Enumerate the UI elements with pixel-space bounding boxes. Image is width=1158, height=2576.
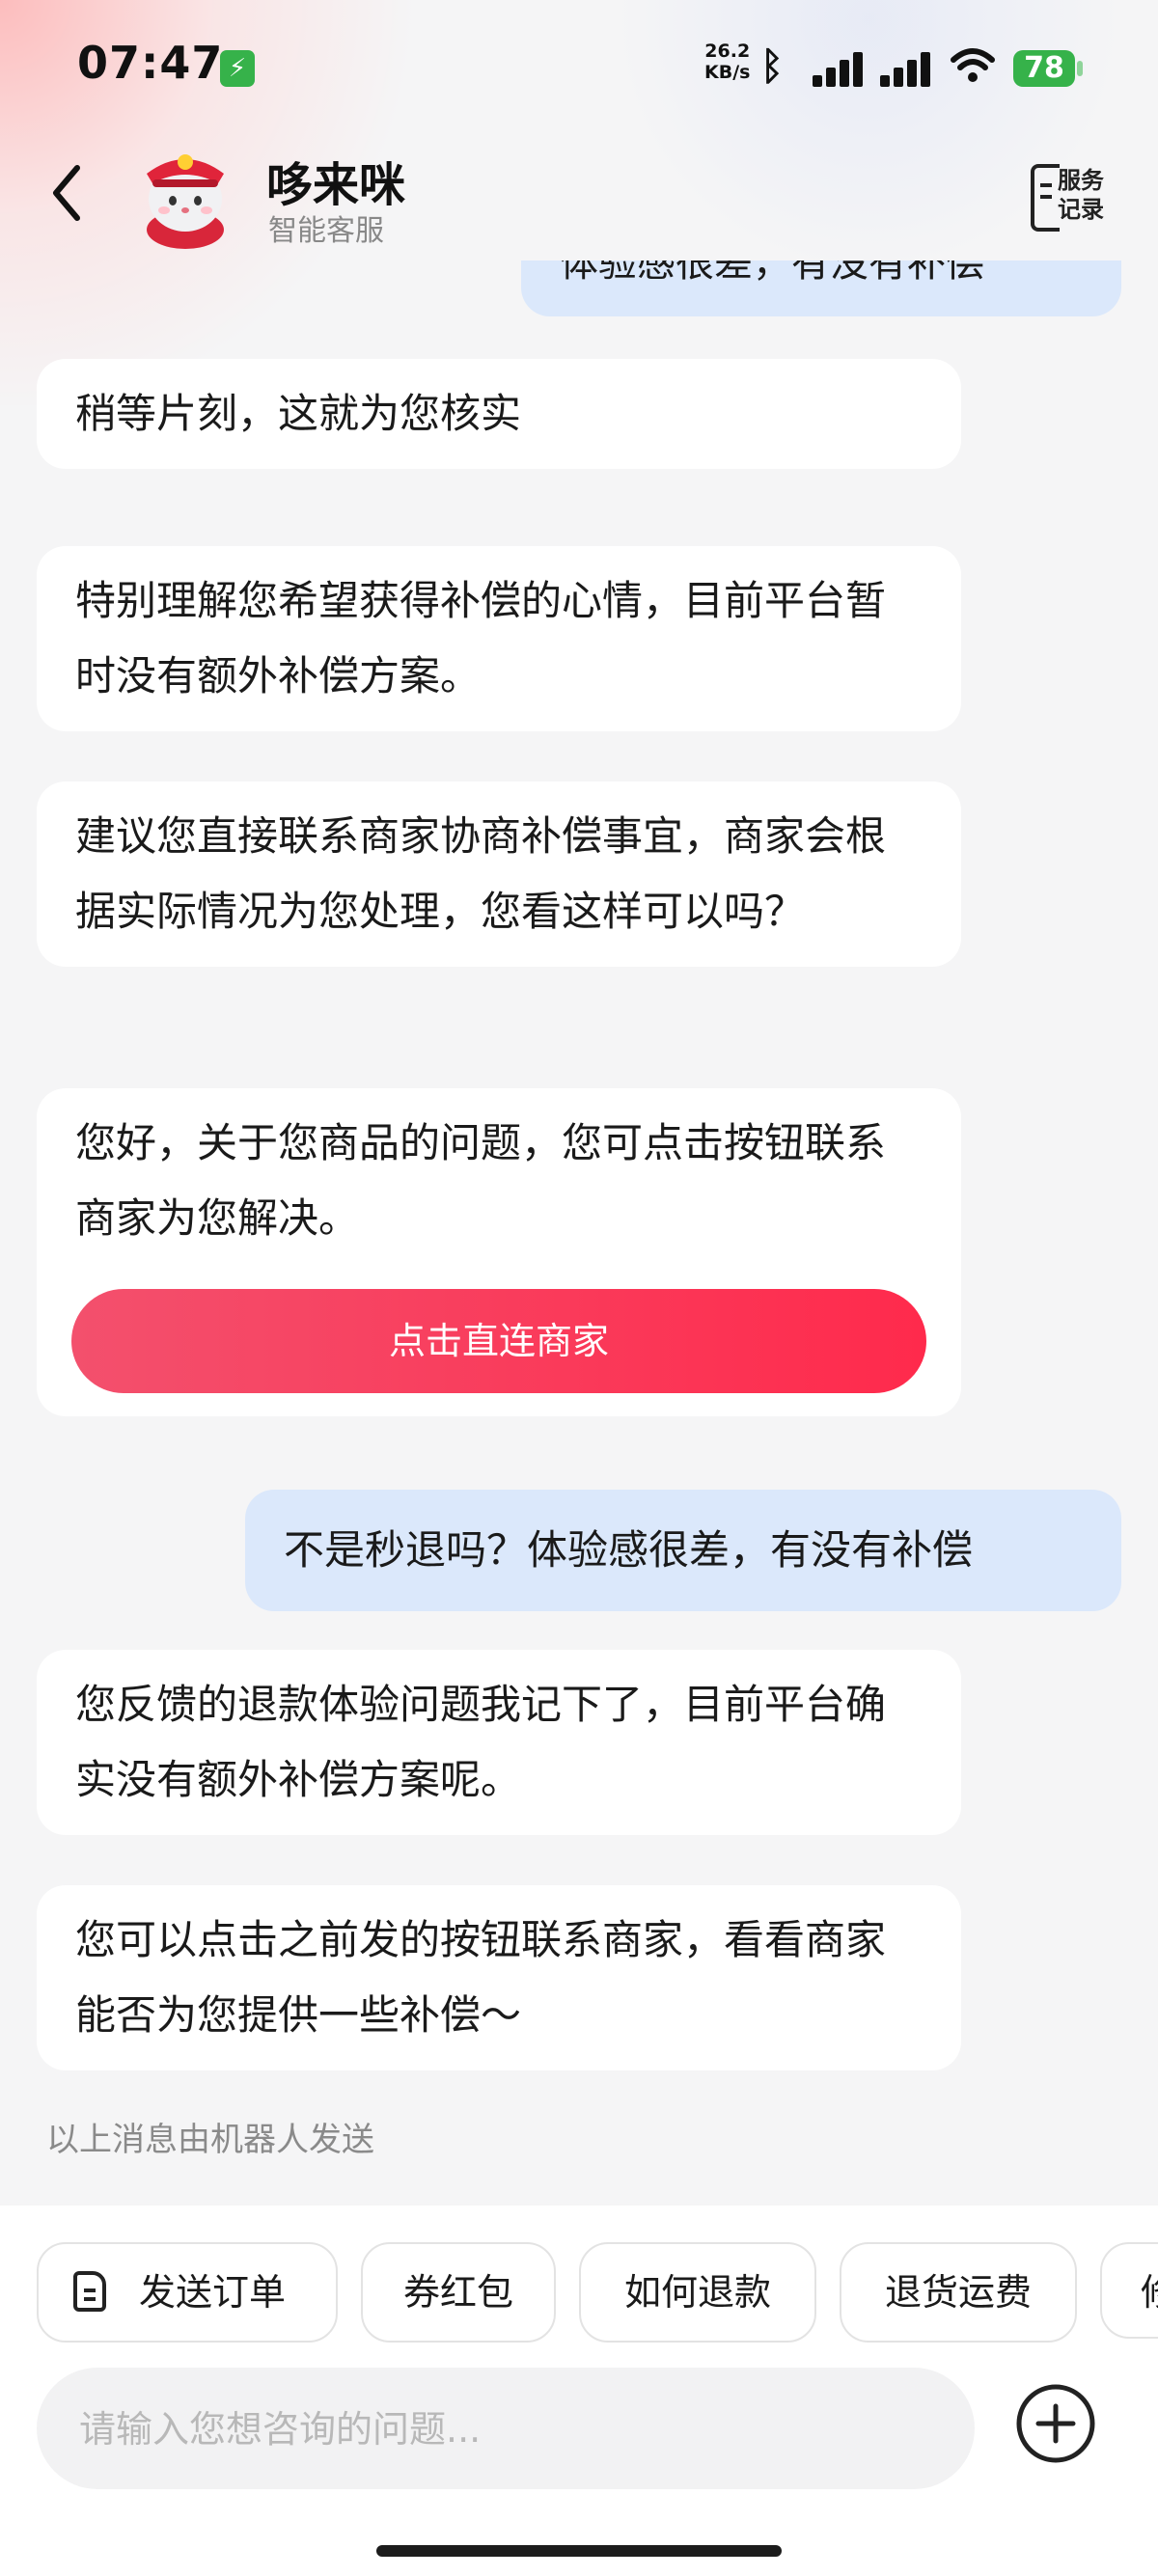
send-order-chip[interactable]: 发送订单 (37, 2242, 338, 2343)
bot-message: 稍等片刻，这就为您核实 (37, 359, 961, 469)
how-to-refund-chip[interactable]: 如何退款 (579, 2242, 816, 2343)
quick-actions: 发送订单 券红包 如何退款 退货运费 修 (37, 2242, 1158, 2343)
bot-message-text: 您好，关于您商品的问题，您可点击按钮联系商家为您解决。 (75, 1119, 887, 1242)
network-speed-unit: KB/s (704, 62, 751, 83)
message-input-container[interactable] (37, 2368, 975, 2491)
network-speed: 26.2 KB/s (704, 41, 750, 83)
records-line1: 服务 (1058, 167, 1104, 194)
records-line2: 记录 (1058, 196, 1104, 223)
charging-icon: ⚡ (220, 50, 255, 87)
signal-icon (813, 50, 872, 87)
bot-message: 建议您直接联系商家协商补偿事宜，商家会根据实际情况为您处理，您看这样可以吗？ (37, 781, 961, 967)
service-records-label: 服务 记录 (1058, 166, 1104, 224)
home-indicator[interactable] (376, 2545, 782, 2557)
wifi-icon (951, 48, 995, 82)
bot-message: 您反馈的退款体验问题我记下了，目前平台确实没有额外补偿方案呢。 (37, 1650, 961, 1835)
network-speed-value: 26.2 (704, 41, 751, 62)
user-message: 体验感很差，有没有补偿 (521, 260, 1121, 316)
status-bar: 07:47 ⚡ 26.2 KB/s ᛒ 78 (0, 0, 1158, 135)
service-records-icon (1031, 164, 1060, 232)
battery-indicator: 78 (1013, 50, 1075, 87)
bottom-panel: 发送订单 券红包 如何退款 退货运费 修 (0, 2206, 1158, 2576)
bot-message: 您可以点击之前发的按钮联系商家，看看商家能否为您提供一些补偿～ (37, 1885, 961, 2070)
agent-name: 哆来咪 (266, 158, 406, 212)
agent-subtitle: 智能客服 (268, 214, 384, 248)
message-input[interactable] (77, 2368, 950, 2491)
document-icon (73, 2271, 106, 2312)
status-time: 07:47 (77, 37, 224, 89)
coupon-chip[interactable]: 券红包 (361, 2242, 556, 2343)
bot-message-with-button: 您好，关于您商品的问题，您可点击按钮联系商家为您解决。 点击直连商家 (37, 1088, 961, 1416)
more-chip[interactable]: 修 (1100, 2242, 1158, 2339)
battery-tip (1077, 61, 1083, 76)
agent-avatar (147, 154, 224, 249)
plus-icon[interactable] (1015, 2383, 1096, 2464)
chat-area[interactable]: 体验感很差，有没有补偿 稍等片刻，这就为您核实 特别理解您希望获得补偿的心情，目… (0, 260, 1158, 2113)
bluetooth-icon: ᛒ (760, 44, 784, 89)
bot-message: 特别理解您希望获得补偿的心情，目前平台暂时没有额外补偿方案。 (37, 546, 961, 731)
user-message: 不是秒退吗？体验感很差，有没有补偿 (245, 1490, 1121, 1611)
signal-icon-2 (880, 50, 940, 87)
service-records-button[interactable]: 服务 记录 (1031, 160, 1108, 232)
send-order-label: 发送订单 (139, 2271, 287, 2314)
robot-notice: 以上消息由机器人发送 (46, 2121, 374, 2159)
contact-merchant-button[interactable]: 点击直连商家 (71, 1289, 926, 1393)
return-shipping-chip[interactable]: 退货运费 (840, 2242, 1077, 2343)
back-chevron-icon[interactable] (46, 154, 89, 232)
